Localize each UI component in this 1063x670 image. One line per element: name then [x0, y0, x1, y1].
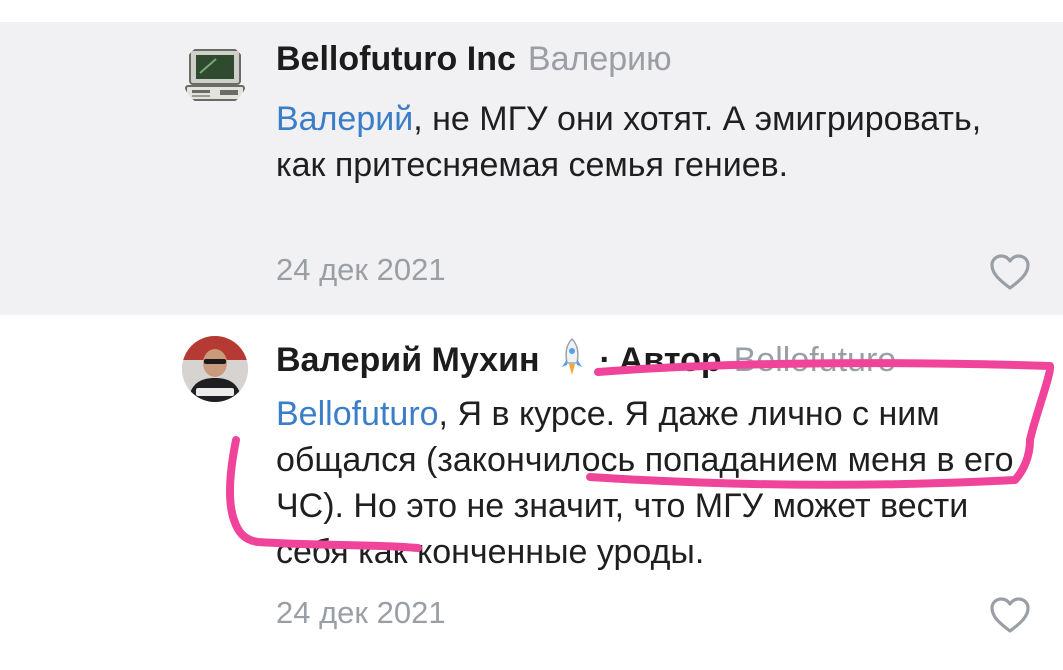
comment-header: Bellofuturo Inc Валерию — [276, 40, 672, 84]
avatar[interactable] — [182, 42, 248, 108]
comment-text: Bellofuturo, Я в курсе. Я даже лично с н… — [276, 391, 1036, 575]
author-badge: Автор — [618, 341, 722, 379]
comment-item: Валерий Мухин · Автор Bellofuturo Bellofut… — [0, 315, 1063, 670]
comment-text: Валерий, не МГУ они хотят. А эмигрироват… — [276, 96, 1036, 188]
like-button[interactable] — [988, 252, 1032, 292]
separator: · — [599, 341, 611, 379]
comment-item: Bellofuturo Inc Валерию Валерий, не МГУ о… — [0, 22, 1063, 315]
comment-header: Валерий Мухин · Автор Bellofuturo — [276, 337, 896, 381]
reply-to-name[interactable]: Bellofuturo — [734, 341, 897, 379]
mention-link[interactable]: Валерий — [276, 100, 413, 138]
heart-outline-icon — [990, 597, 1030, 633]
user-photo-avatar — [182, 336, 248, 402]
mention-link[interactable]: Bellofuturo — [276, 395, 439, 433]
reply-to-name[interactable]: Валерию — [528, 40, 672, 78]
avatar[interactable] — [182, 336, 248, 402]
heart-outline-icon — [990, 254, 1030, 290]
rocket-icon — [561, 337, 582, 375]
author-name[interactable]: Bellofuturo Inc — [276, 40, 516, 78]
retro-computer-icon — [185, 49, 245, 101]
like-button[interactable] — [988, 595, 1032, 635]
comment-date: 24 дек 2021 — [276, 595, 446, 630]
author-name[interactable]: Валерий Мухин — [276, 341, 540, 379]
comment-date: 24 дек 2021 — [276, 252, 446, 287]
